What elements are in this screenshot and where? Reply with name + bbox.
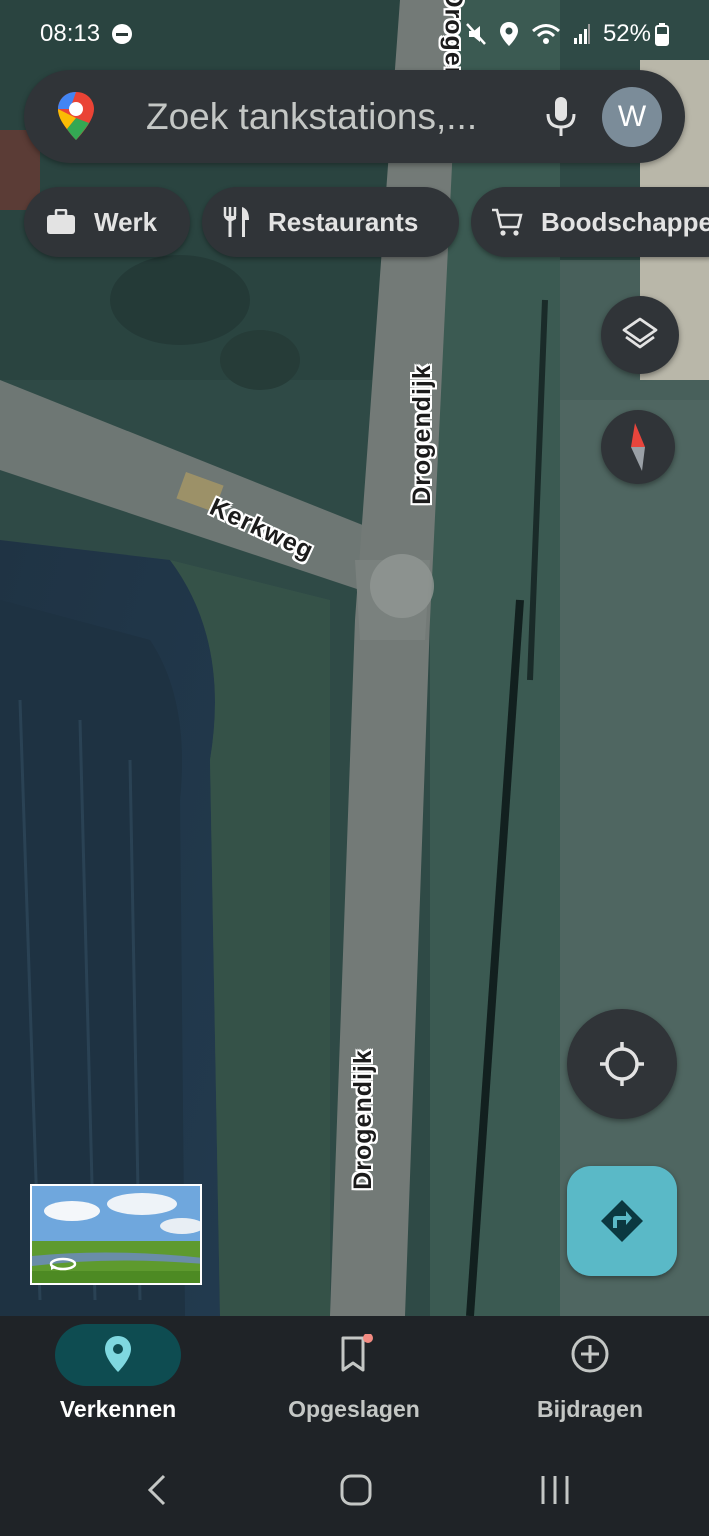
wifi-icon (531, 24, 560, 44)
fork-knife-icon (223, 207, 249, 237)
do-not-disturb-icon (112, 24, 133, 44)
street-view-thumbnail[interactable] (30, 1184, 202, 1285)
nav-opgeslagen[interactable]: Opgeslagen (236, 1316, 472, 1446)
battery-percentage: 52% (602, 20, 651, 47)
directions-icon (601, 1200, 643, 1242)
my-location-button[interactable] (567, 1009, 677, 1119)
nav-bijdragen[interactable]: Bijdragen (472, 1316, 708, 1446)
chip-label: Boodschappen (541, 206, 709, 237)
chip-label: Restaurants (268, 206, 419, 237)
crosshair-icon (600, 1042, 644, 1086)
search-bar[interactable]: Zoek tankstations,... W (24, 70, 685, 163)
battery-icon (655, 23, 669, 46)
road-label-drogendijk-top: Drogendijk (407, 364, 436, 505)
google-maps-logo-icon (58, 92, 94, 140)
layers-icon (622, 317, 658, 349)
home-icon[interactable] (336, 1470, 376, 1510)
back-icon[interactable] (138, 1470, 178, 1510)
nav-label: Opgeslagen (288, 1396, 420, 1422)
status-time: 08:13 (40, 20, 101, 47)
layers-button[interactable] (601, 296, 679, 374)
cart-icon (492, 208, 523, 236)
briefcase-icon (47, 209, 75, 234)
signal-icon (573, 24, 590, 44)
road-label-drogendijk-bottom: Drogendijk (348, 1049, 377, 1190)
status-bar: 08:13 52% (0, 0, 709, 68)
chip-label: Werk (94, 206, 158, 237)
location-pin-icon (105, 1336, 131, 1372)
search-input[interactable]: Zoek tankstations,... (146, 70, 506, 163)
recent-apps-icon[interactable] (535, 1470, 575, 1510)
chip-boodschappen[interactable]: Boodschappen (471, 187, 709, 257)
compass-button[interactable] (601, 410, 675, 484)
avatar[interactable]: W (602, 87, 662, 147)
chip-werk[interactable]: Werk (24, 187, 190, 257)
add-circle-icon (571, 1335, 609, 1373)
chip-restaurants[interactable]: Restaurants (202, 187, 459, 257)
nav-label: Verkennen (59, 1396, 177, 1422)
bookmark-icon (341, 1334, 373, 1372)
location-status-icon (499, 22, 518, 46)
360-rotate-icon (49, 1257, 77, 1271)
compass-icon (631, 423, 645, 471)
system-navigation-bar (0, 1446, 709, 1536)
directions-button[interactable] (567, 1166, 677, 1276)
microphone-icon[interactable] (544, 96, 578, 138)
nav-label: Bijdragen (536, 1396, 644, 1422)
bottom-navigation: Verkennen Opgeslagen Bijdragen (0, 1316, 709, 1446)
mute-icon (466, 23, 486, 45)
nav-verkennen[interactable]: Verkennen (0, 1316, 236, 1446)
